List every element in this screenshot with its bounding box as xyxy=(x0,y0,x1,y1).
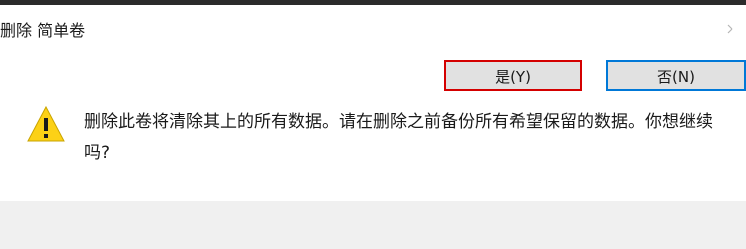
dialog-message: 删除此卷将清除其上的所有数据。请在删除之前备份所有希望保留的数据。你想继续吗? xyxy=(84,112,713,163)
delete-volume-dialog: 删除 简单卷 删除此卷将清除其上的所有数据。请在删除之前备份所有希望保留的数据。… xyxy=(0,5,746,249)
button-bar xyxy=(0,201,746,249)
yes-button[interactable]: 是(Y) xyxy=(444,60,582,91)
close-icon[interactable] xyxy=(722,19,738,39)
no-button-label: 否(N) xyxy=(657,68,695,86)
warning-icon xyxy=(26,105,66,143)
dialog-title: 删除 简单卷 xyxy=(0,21,86,40)
no-button[interactable]: 否(N) xyxy=(606,60,746,91)
yes-button-label: 是(Y) xyxy=(495,68,531,86)
